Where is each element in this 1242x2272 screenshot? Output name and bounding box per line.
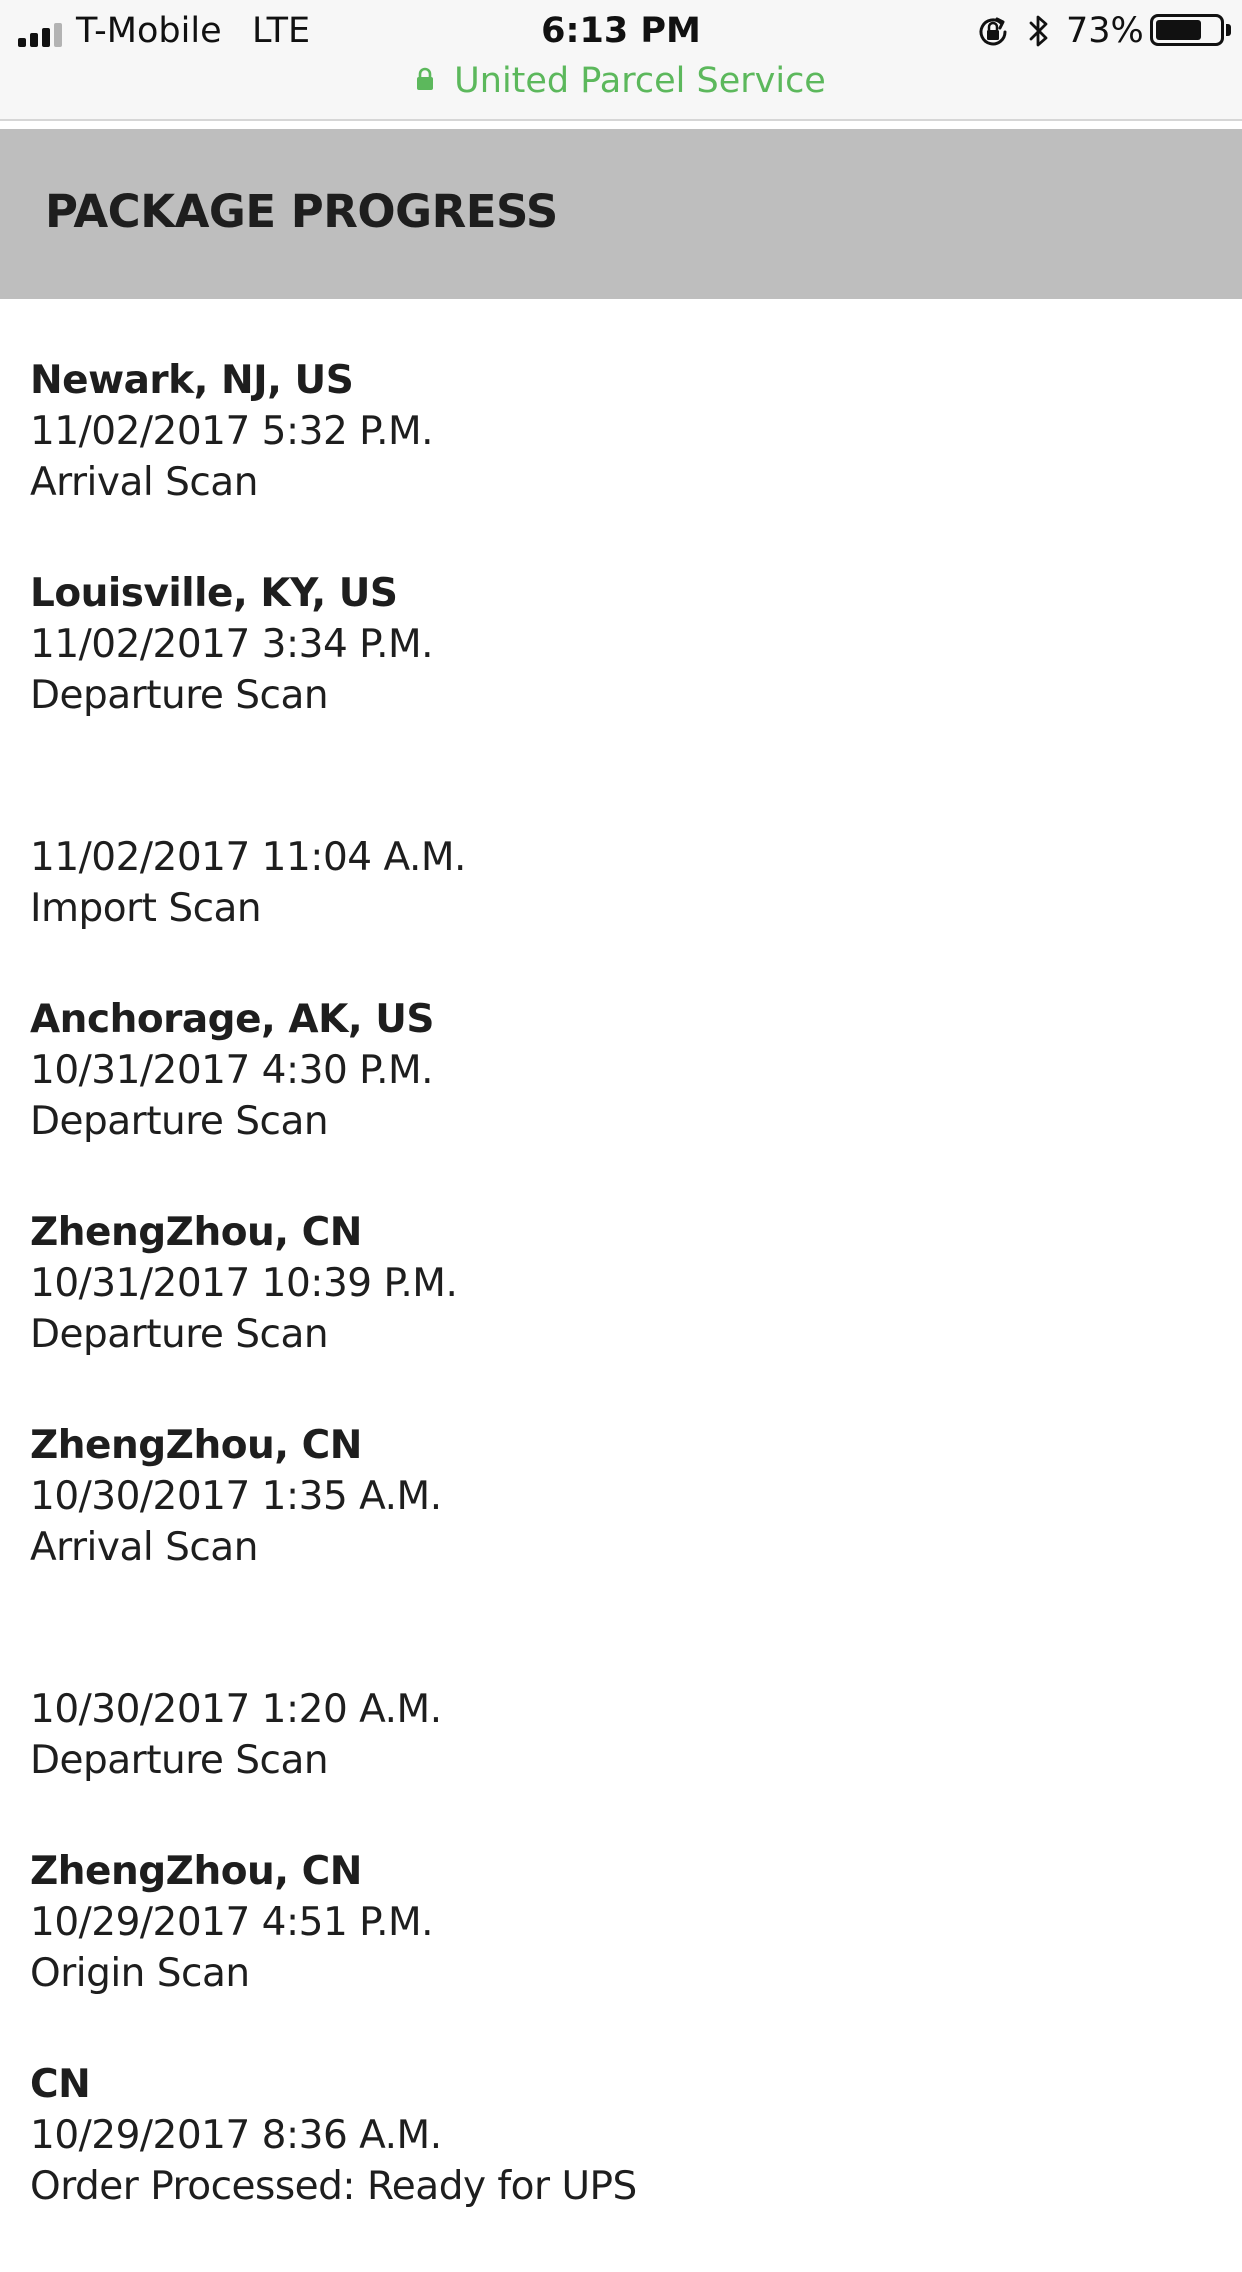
list-item: Louisville, KY, US 11/02/2017 3:34 P.M. …: [30, 568, 1210, 781]
list-item: CN 10/29/2017 8:36 A.M. Order Processed:…: [30, 2059, 1210, 2272]
event-datetime: 10/31/2017 4:30 P.M.: [30, 1048, 434, 1093]
event-activity: Departure Scan: [30, 673, 329, 718]
event-datetime: 10/31/2017 10:39 P.M.: [30, 1261, 458, 1306]
event-activity: Departure Scan: [30, 1312, 329, 1357]
event-activity: Departure Scan: [30, 1099, 329, 1144]
event-datetime: 10/29/2017 8:36 A.M.: [30, 2113, 442, 2158]
battery-icon: [1150, 14, 1224, 46]
list-item: 10/30/2017 1:20 A.M. Departure Scan: [30, 1633, 1210, 1846]
status-bar: T-Mobile LTE 6:13 PM 73%: [0, 0, 1242, 62]
event-activity: Arrival Scan: [30, 460, 258, 505]
bluetooth-icon: [1029, 15, 1048, 47]
list-item: Newark, NJ, US 11/02/2017 5:32 P.M. Arri…: [30, 355, 1210, 568]
list-item: 11/02/2017 11:04 A.M. Import Scan: [30, 781, 1210, 994]
event-location: Anchorage, AK, US: [30, 997, 435, 1042]
tracking-events-list: Newark, NJ, US 11/02/2017 5:32 P.M. Arri…: [30, 355, 1210, 2272]
event-location: Newark, NJ, US: [30, 358, 354, 403]
event-location: ZhengZhou, CN: [30, 1210, 362, 1255]
event-location: [30, 781, 1210, 832]
status-time: 6:13 PM: [541, 11, 701, 51]
event-location: Louisville, KY, US: [30, 571, 398, 616]
list-item: ZhengZhou, CN 10/29/2017 4:51 P.M. Origi…: [30, 1846, 1210, 2059]
browser-top-bar: T-Mobile LTE 6:13 PM 73% United Parcel S…: [0, 0, 1242, 121]
section-title: PACKAGE PROGRESS: [45, 185, 558, 238]
orientation-lock-icon: [979, 17, 1007, 46]
event-location: [30, 1633, 1210, 1684]
site-name: United Parcel Service: [454, 61, 826, 101]
padlock-icon: [417, 67, 434, 90]
event-activity: Order Processed: Ready for UPS: [30, 2164, 637, 2209]
package-progress-header: PACKAGE PROGRESS: [0, 129, 1242, 299]
list-item: Anchorage, AK, US 10/31/2017 4:30 P.M. D…: [30, 994, 1210, 1207]
event-activity: Origin Scan: [30, 1951, 250, 1996]
battery-level-fill: [1156, 20, 1202, 40]
event-location: CN: [30, 2062, 91, 2107]
battery-percentage: 73%: [1066, 11, 1144, 51]
event-activity: Departure Scan: [30, 1738, 329, 1783]
event-location: ZhengZhou, CN: [30, 1849, 362, 1894]
event-datetime: 11/02/2017 11:04 A.M.: [30, 835, 466, 880]
event-datetime: 10/30/2017 1:35 A.M.: [30, 1474, 442, 1519]
event-datetime: 11/02/2017 5:32 P.M.: [30, 409, 434, 454]
list-item: ZhengZhou, CN 10/30/2017 1:35 A.M. Arriv…: [30, 1420, 1210, 1633]
list-item: ZhengZhou, CN 10/31/2017 10:39 P.M. Depa…: [30, 1207, 1210, 1420]
event-datetime: 10/30/2017 1:20 A.M.: [30, 1687, 442, 1732]
event-activity: Import Scan: [30, 886, 262, 931]
event-activity: Arrival Scan: [30, 1525, 258, 1570]
event-datetime: 10/29/2017 4:51 P.M.: [30, 1900, 434, 1945]
event-location: ZhengZhou, CN: [30, 1423, 362, 1468]
event-datetime: 11/02/2017 3:34 P.M.: [30, 622, 434, 667]
address-bar[interactable]: United Parcel Service: [0, 58, 1242, 104]
battery-tip: [1226, 24, 1231, 36]
